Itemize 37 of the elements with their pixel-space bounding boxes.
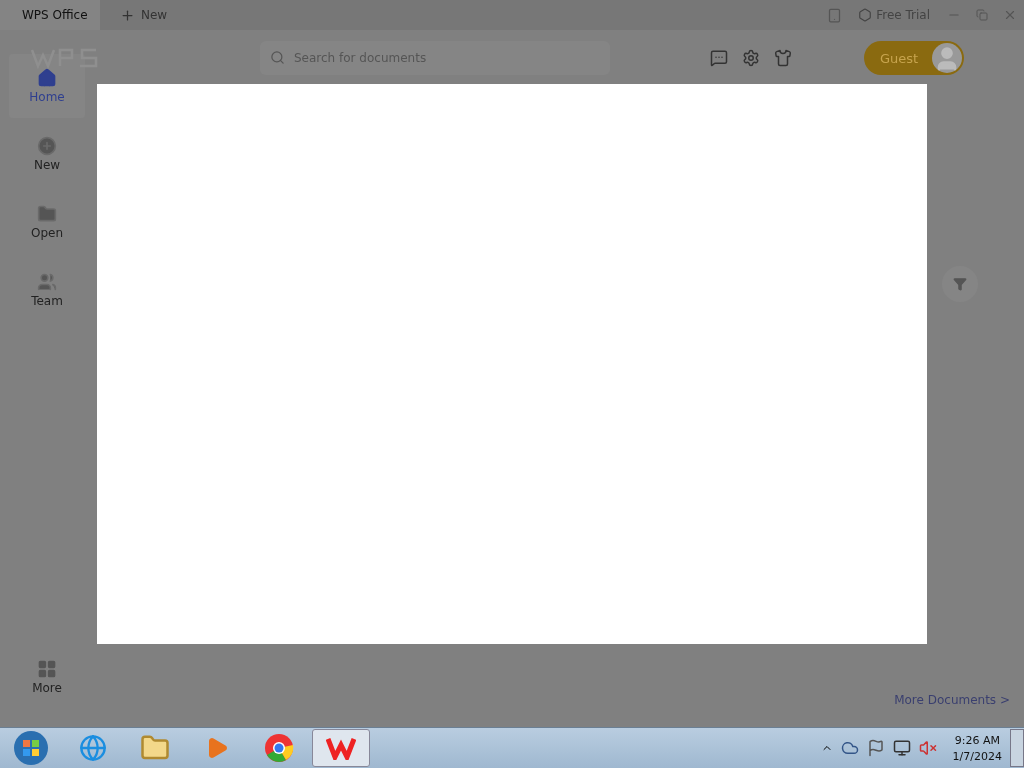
- document-tab[interactable]: WPS Office: [0, 0, 100, 30]
- show-desktop-button[interactable]: [1010, 729, 1024, 767]
- chat-icon[interactable]: [710, 49, 728, 67]
- shirt-icon[interactable]: [774, 49, 792, 67]
- plus-circle-icon: [37, 136, 57, 156]
- more-button[interactable]: More: [9, 645, 85, 709]
- settings-icon[interactable]: [742, 49, 760, 67]
- new-tab-button[interactable]: New: [100, 0, 188, 30]
- cloud-icon[interactable]: [840, 739, 859, 757]
- volume-muted-icon[interactable]: [918, 739, 937, 757]
- clock-time: 9:26 AM: [954, 733, 1000, 747]
- flag-icon[interactable]: [866, 739, 885, 757]
- account-button[interactable]: Guest: [864, 41, 964, 75]
- people-icon: [37, 272, 57, 292]
- search-icon: [270, 50, 285, 65]
- avatar-icon: [932, 43, 962, 73]
- sidebar-item[interactable]: Open: [9, 190, 85, 254]
- plus-icon: [120, 7, 135, 23]
- start-orb-icon: [13, 730, 49, 766]
- filter-icon: [953, 277, 967, 291]
- folder-icon: [37, 204, 57, 224]
- logo-drawing: [30, 47, 100, 69]
- home-icon: [37, 68, 57, 88]
- wps-icon: [326, 736, 356, 760]
- wps-taskbar-icon[interactable]: [312, 729, 370, 767]
- hexagon-icon: [858, 8, 873, 22]
- grid-icon: [37, 659, 57, 679]
- filter-button[interactable]: [942, 266, 978, 302]
- sidebar-item[interactable]: Team: [9, 258, 85, 322]
- clock-date: 1/7/2024: [952, 749, 1002, 763]
- sidebar-item[interactable]: Home: [9, 54, 85, 118]
- sidebar-item[interactable]: New: [9, 122, 85, 186]
- network-icon[interactable]: [892, 739, 911, 757]
- more-documents-link[interactable]: More Documents >: [894, 693, 1010, 707]
- chrome-icon: [264, 733, 294, 763]
- close-icon: [1003, 8, 1017, 22]
- restore-icon: [976, 9, 988, 21]
